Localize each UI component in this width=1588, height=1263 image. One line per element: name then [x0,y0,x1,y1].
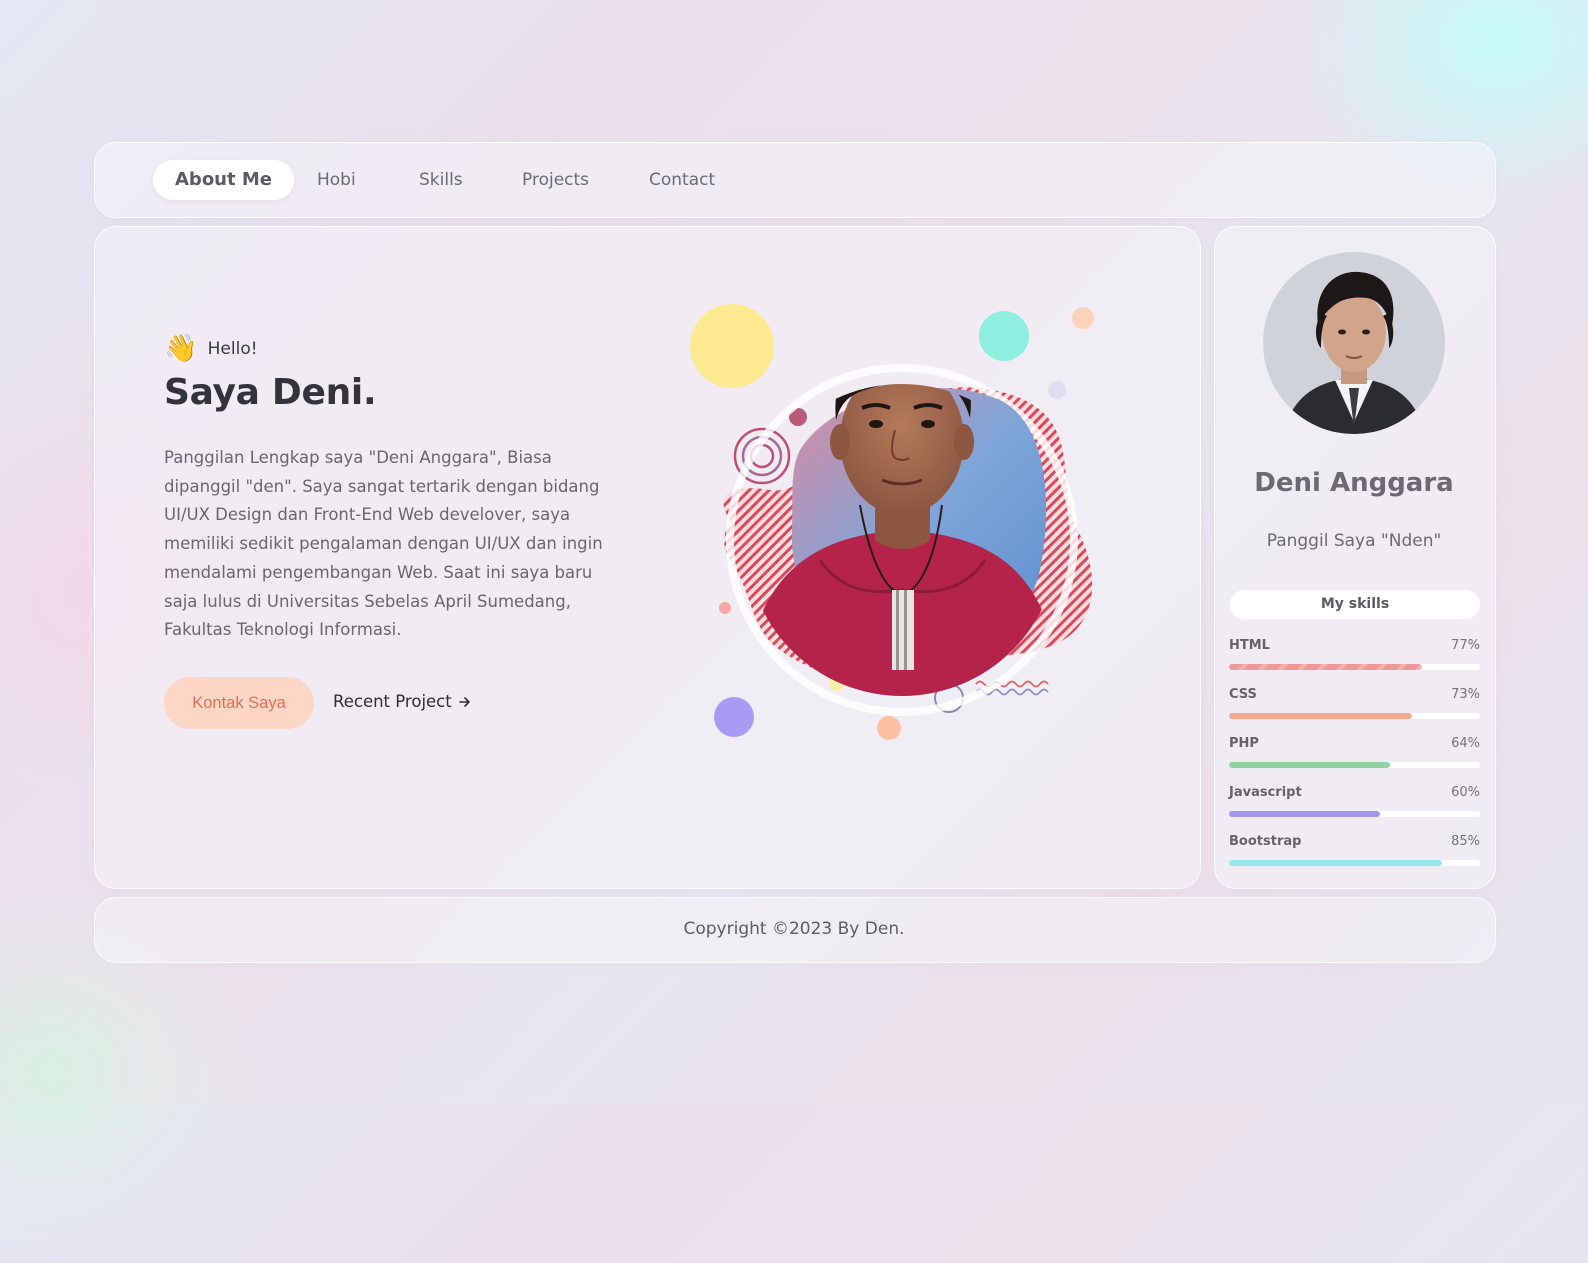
skill-name: HTML [1229,638,1270,653]
skill-php: PHP 64% [1229,736,1480,770]
pink-dot-decoration [719,602,731,614]
copyright-text: Copyright ©2023 By Den. [683,919,905,939]
skill-progress-track [1229,664,1480,670]
skill-name: PHP [1229,736,1259,751]
skill-percent: 64% [1451,736,1480,751]
bio-paragraph: Panggilan Lengkap saya "Deni Anggara", B… [164,448,603,640]
recent-project-label: Recent Project [333,692,452,711]
skill-percent: 77% [1451,638,1480,653]
skill-progress-fill [1229,762,1390,768]
lavender-dot-decoration [1048,381,1066,399]
skill-progress-fill [1229,664,1423,670]
skill-percent: 73% [1451,687,1480,702]
skill-name: CSS [1229,687,1257,702]
profile-nickname: Panggil Saya "Nden" [1266,531,1442,551]
peach-dot-decoration [1072,307,1094,329]
skill-name: Bootstrap [1229,834,1302,849]
skill-bootstrap: Bootstrap 85% [1229,834,1480,868]
skill-javascript: Javascript 60% [1229,785,1480,819]
nav-item-hobi[interactable]: Hobi [295,160,378,200]
skill-percent: 60% [1451,785,1480,800]
teal-circle-decoration [979,311,1029,361]
skill-progress-fill [1229,860,1443,866]
skill-percent: 85% [1451,834,1480,849]
greeting: 👋 Hello! [164,334,258,364]
profile-name: Deni Anggara [1254,468,1454,498]
skill-css: CSS 73% [1229,687,1480,721]
yellow-circle-decoration [690,304,774,388]
skill-progress-fill [1229,713,1413,719]
nav-item-skills[interactable]: Skills [397,160,485,200]
avatar [1263,252,1445,434]
skill-html: HTML 77% [1229,638,1480,672]
orange-dot-decoration [877,716,901,740]
hero-illustration [690,304,1094,740]
nav-item-about-me[interactable]: About Me [153,160,294,200]
nav-item-projects[interactable]: Projects [500,160,611,200]
skill-progress-fill [1229,811,1380,817]
violet-circle-decoration [714,697,754,737]
contact-button[interactable]: Kontak Saya [164,677,314,729]
skill-progress-track [1229,762,1480,768]
avatar-image [1263,252,1445,434]
top-navbar: About Me Hobi Skills Projects Contact [94,142,1496,218]
skill-progress-track [1229,860,1480,866]
page-title: Saya Deni. [164,372,377,413]
recent-project-link[interactable]: Recent Project [333,692,472,711]
skill-name: Javascript [1229,785,1302,800]
greeting-text: Hello! [207,339,258,359]
skill-progress-track [1229,811,1480,817]
nav-item-contact[interactable]: Contact [627,160,737,200]
skill-progress-track [1229,713,1480,719]
arrow-right-icon [458,696,470,707]
waving-hand-icon: 👋 [164,333,198,364]
skills-title: My skills [1230,590,1480,619]
